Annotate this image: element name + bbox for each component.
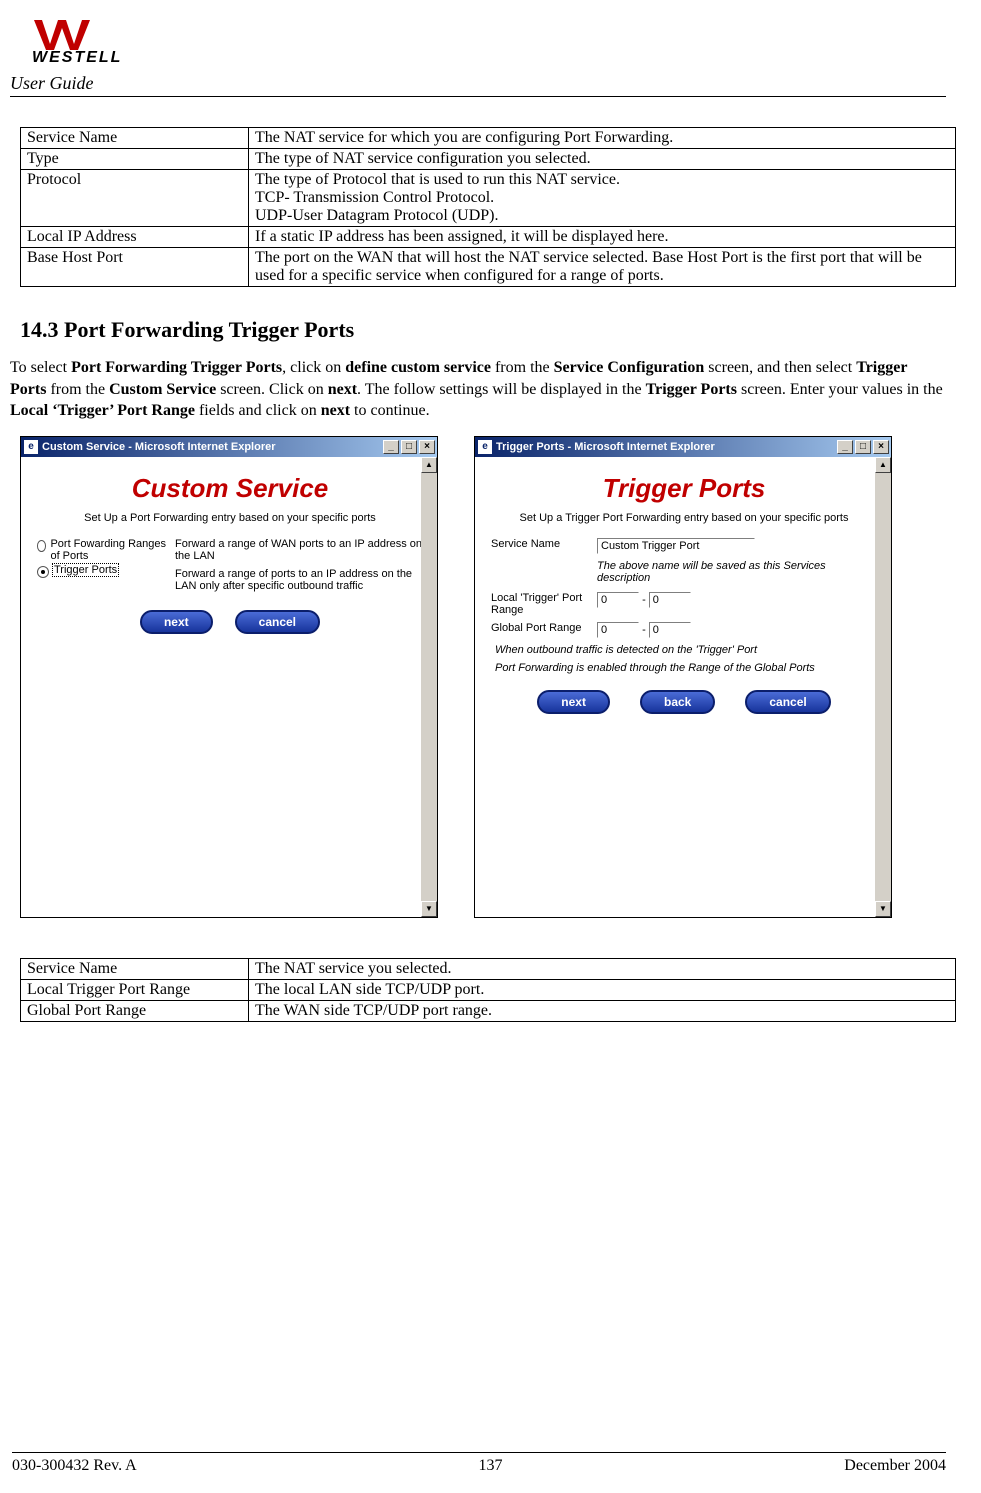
dialog-heading: Trigger Ports [487,473,881,504]
dialog-subtitle: Set Up a Port Forwarding entry based on … [33,512,427,524]
back-button[interactable]: back [640,690,715,714]
local-trigger-label: Local 'Trigger' Port Range [491,592,587,616]
cell-key: Service Name [21,128,249,149]
page-footer: 030-300432 Rev. A 137 December 2004 [0,1452,981,1475]
logo-text: WESTELL [32,49,122,64]
radio-port-forwarding-ranges[interactable] [37,540,46,552]
definitions-table-2: Service Name The NAT service you selecte… [20,958,956,1022]
cell-val: If a static IP address has been assigned… [249,227,956,248]
scroll-up-icon[interactable]: ▲ [421,457,437,473]
table-row: Service Name The NAT service you selecte… [21,958,956,979]
dialog-subtitle: Set Up a Trigger Port Forwarding entry b… [487,512,881,524]
global-port-to-input[interactable] [649,622,691,638]
table-row: Global Port Range The WAN side TCP/UDP p… [21,1000,956,1021]
close-button[interactable]: × [419,440,435,454]
screenshot-row: e Custom Service - Microsoft Internet Ex… [20,436,936,918]
window-title: Custom Service - Microsoft Internet Expl… [42,441,276,453]
cell-key: Service Name [21,958,249,979]
cell-val: The port on the WAN that will host the N… [249,248,956,287]
service-name-hint: The above name will be saved as this Ser… [597,560,877,584]
header-rule [10,96,946,97]
section-title: Port Forwarding Trigger Ports [64,317,354,342]
cell-val: The type of NAT service configuration yo… [249,149,956,170]
scrollbar[interactable]: ▲ ▼ [421,457,437,917]
cell-val: The WAN side TCP/UDP port range. [249,1000,956,1021]
ie-icon: e [24,440,38,454]
trigger-hint-2: Port Forwarding is enabled through the R… [495,662,877,674]
cell-val: The local LAN side TCP/UDP port. [249,979,956,1000]
next-button[interactable]: next [140,610,213,634]
radio-trigger-ports[interactable] [37,566,49,578]
cell-key: Global Port Range [21,1000,249,1021]
scroll-up-icon[interactable]: ▲ [875,457,891,473]
scrollbar[interactable]: ▲ ▼ [875,457,891,917]
footer-left: 030-300432 Rev. A [12,1457,137,1475]
cell-val: The NAT service for which you are config… [249,128,956,149]
radio-label: Trigger Ports [53,564,118,576]
cancel-button[interactable]: cancel [235,610,320,634]
cell-key: Local IP Address [21,227,249,248]
local-trigger-to-input[interactable] [649,592,691,608]
next-button[interactable]: next [537,690,610,714]
scroll-down-icon[interactable]: ▼ [421,901,437,917]
table-row: Protocol The type of Protocol that is us… [21,170,956,227]
option-description: Forward a range of ports to an IP addres… [175,568,423,592]
minimize-button[interactable]: _ [837,440,853,454]
scroll-down-icon[interactable]: ▼ [875,901,891,917]
service-name-label: Service Name [491,538,587,550]
table-row: Type The type of NAT service configurati… [21,149,956,170]
dialog-custom-service: e Custom Service - Microsoft Internet Ex… [20,436,438,918]
global-port-from-input[interactable] [597,622,639,638]
service-name-input[interactable] [597,538,755,554]
page-header: WESTELL User Guide [10,20,946,97]
cell-key: Local Trigger Port Range [21,979,249,1000]
westell-logo: WESTELL [32,20,946,69]
cell-val: The type of Protocol that is used to run… [249,170,956,227]
dialog-heading: Custom Service [33,473,427,504]
footer-page-number: 137 [479,1457,503,1475]
maximize-button[interactable]: □ [855,440,871,454]
footer-right: December 2004 [844,1457,946,1475]
cell-key: Type [21,149,249,170]
cancel-button[interactable]: cancel [745,690,830,714]
option-description: Forward a range of WAN ports to an IP ad… [175,538,423,562]
maximize-button[interactable]: □ [401,440,417,454]
radio-label: Port Fowarding Ranges of Ports [50,538,167,562]
section-number: 14.3 [20,317,59,342]
titlebar: e Trigger Ports - Microsoft Internet Exp… [475,437,891,457]
cell-val: The NAT service you selected. [249,958,956,979]
dialog-trigger-ports: e Trigger Ports - Microsoft Internet Exp… [474,436,892,918]
titlebar: e Custom Service - Microsoft Internet Ex… [21,437,437,457]
table-row: Service Name The NAT service for which y… [21,128,956,149]
global-port-label: Global Port Range [491,622,587,634]
window-title: Trigger Ports - Microsoft Internet Explo… [496,441,715,453]
close-button[interactable]: × [873,440,889,454]
sub-header: User Guide [10,73,946,94]
local-trigger-from-input[interactable] [597,592,639,608]
table-row: Local IP Address If a static IP address … [21,227,956,248]
table-row: Local Trigger Port Range The local LAN s… [21,979,956,1000]
trigger-hint-1: When outbound traffic is detected on the… [495,644,877,656]
definitions-table-1: Service Name The NAT service for which y… [20,127,956,287]
cell-key: Base Host Port [21,248,249,287]
table-row: Base Host Port The port on the WAN that … [21,248,956,287]
section-heading: 14.3 Port Forwarding Trigger Ports [20,317,946,343]
section-body: To select Port Forwarding Trigger Ports,… [10,357,946,422]
cell-key: Protocol [21,170,249,227]
minimize-button[interactable]: _ [383,440,399,454]
ie-icon: e [478,440,492,454]
